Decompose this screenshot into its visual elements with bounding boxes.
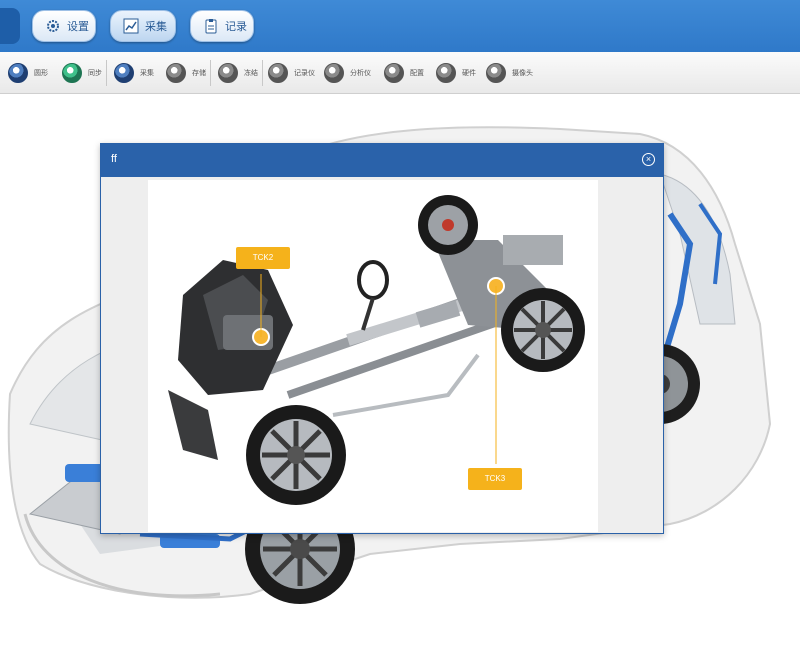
storage-gauge-icon <box>166 63 186 83</box>
tck3-label: TCK3 <box>484 474 506 483</box>
chassis-image: TCK2 TCK3 <box>148 180 598 532</box>
toolbar-divider <box>106 60 107 86</box>
sync-gauge-icon <box>62 63 82 83</box>
freeze-gauge-icon <box>218 63 238 83</box>
circle-gauge-icon <box>8 63 28 83</box>
subtool-hardware[interactable]: 硬件 <box>436 59 476 87</box>
subtool-storage-label: 存储 <box>192 70 206 77</box>
close-icon[interactable]: × <box>642 153 655 166</box>
subtool-storage[interactable]: 存储 <box>166 59 206 87</box>
subtool-analyzer[interactable]: 分析仪 <box>324 59 371 87</box>
hardware-gauge-icon <box>436 63 456 83</box>
recorder-gauge-icon <box>268 63 288 83</box>
subtool-hardware-label: 硬件 <box>462 70 476 77</box>
subtool-freeze[interactable]: 冻结 <box>218 59 258 87</box>
gear-icon <box>45 18 61 34</box>
camera-gauge-icon <box>486 63 506 83</box>
subtool-config-label: 配置 <box>410 70 424 77</box>
tck2-label: TCK2 <box>252 253 274 262</box>
subtool-circle-label: 圆形 <box>34 70 48 77</box>
clipboard-icon <box>203 18 219 34</box>
subtool-recorder[interactable]: 记录仪 <box>268 59 315 87</box>
tck2-tag[interactable]: TCK2 <box>236 247 290 269</box>
dialog-title: ff <box>111 153 117 165</box>
settings-button-label: 设置 <box>67 21 89 33</box>
subtool-capture[interactable]: 采集 <box>114 59 154 87</box>
toolbar-divider <box>210 60 211 86</box>
capture-button-label: 采集 <box>145 21 167 33</box>
sidebar-toggle-tab[interactable] <box>0 8 20 44</box>
capture-button[interactable]: 采集 <box>110 10 176 42</box>
chassis-illustration <box>168 195 585 505</box>
subtool-freeze-label: 冻结 <box>244 70 258 77</box>
subtool-sync[interactable]: 同步 <box>62 59 102 87</box>
secondary-toolbar: 圆形 同步 采集 存储 冻结 记录仪 分析仪 配置 硬件 摄像头 <box>0 52 800 94</box>
settings-button[interactable]: 设置 <box>32 10 96 42</box>
top-toolbar: 设置 采集 记录 <box>0 0 800 52</box>
subtool-recorder-label: 记录仪 <box>294 70 315 77</box>
subtool-capture-label: 采集 <box>140 70 154 77</box>
capture-gauge-icon <box>114 63 134 83</box>
analyzer-gauge-icon <box>324 63 344 83</box>
subtool-config[interactable]: 配置 <box>384 59 424 87</box>
subtool-camera[interactable]: 摄像头 <box>486 59 533 87</box>
records-button[interactable]: 记录 <box>190 10 254 42</box>
subtool-camera-label: 摄像头 <box>512 70 533 77</box>
subtool-sync-label: 同步 <box>88 70 102 77</box>
records-button-label: 记录 <box>225 21 247 33</box>
image-dialog: ff × TCK2 TCK3 <box>100 143 664 534</box>
subtool-analyzer-label: 分析仪 <box>350 70 371 77</box>
dialog-header: ff × <box>101 144 663 177</box>
subtool-circle[interactable]: 圆形 <box>8 59 48 87</box>
tck3-tag[interactable]: TCK3 <box>468 468 522 490</box>
config-gauge-icon <box>384 63 404 83</box>
toolbar-divider <box>262 60 263 86</box>
chart-icon <box>123 18 139 34</box>
